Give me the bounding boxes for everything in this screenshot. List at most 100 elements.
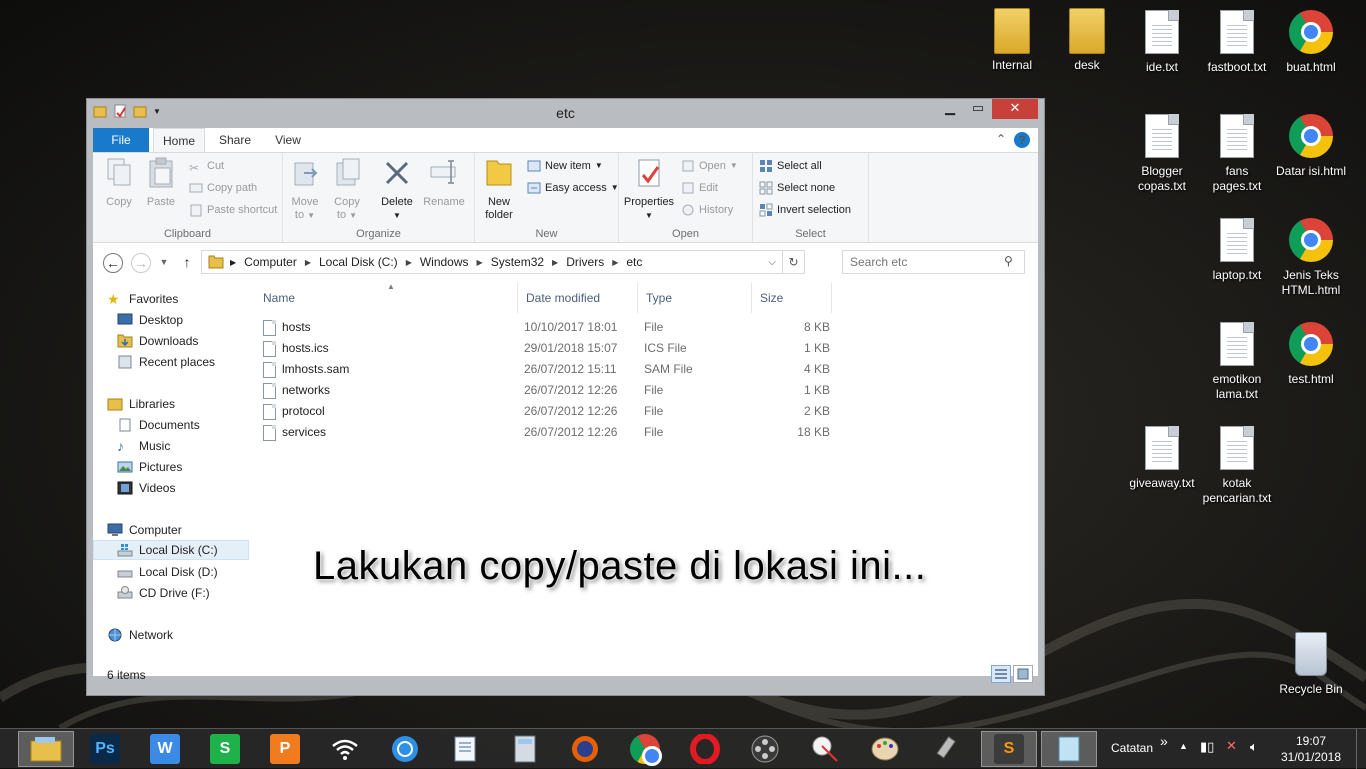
edit-button[interactable]: Edit (681, 179, 718, 197)
title-bar[interactable]: ▼ etc ▁ ▭ ✕ (87, 99, 1044, 127)
tab-share[interactable]: Share (211, 128, 259, 152)
desktop-icon-test-html[interactable]: test.html (1274, 322, 1348, 387)
taskbar-file-explorer[interactable] (18, 731, 74, 767)
taskbar-wps-spreadsheet[interactable]: S (197, 731, 253, 767)
search-input[interactable]: Search etc (842, 250, 1025, 274)
file-row-hosts[interactable]: hosts 10/10/2017 18:01 File 8 KB (255, 317, 855, 338)
back-button[interactable]: ← (103, 253, 123, 273)
column-header-name[interactable]: Name ▲ (255, 282, 518, 313)
breadcrumb-separator-icon[interactable]: ▶ (477, 258, 483, 267)
show-hidden-icons-icon[interactable]: ▲ (1179, 741, 1188, 751)
desktop-icon-laptop-txt[interactable]: laptop.txt (1200, 218, 1274, 283)
nav-local-disk-c[interactable]: Local Disk (C:) (93, 540, 249, 560)
nav-documents[interactable]: Documents (117, 415, 200, 435)
copy-to-button[interactable]: Copy to ▼ (325, 157, 369, 222)
paste-shortcut-button[interactable]: Paste shortcut (189, 201, 277, 219)
desktop-icon-ide-txt[interactable]: ide.txt (1125, 10, 1199, 75)
refresh-icon[interactable]: ↻ (782, 251, 804, 273)
nav-local-disk-d[interactable]: Local Disk (D:) (117, 562, 218, 582)
breadcrumb-separator-icon[interactable]: ▶ (552, 258, 558, 267)
file-row-lmhosts-sam[interactable]: lmhosts.sam 26/07/2012 15:11 SAM File 4 … (255, 359, 855, 380)
nav-computer[interactable]: Computer (107, 520, 182, 540)
clock-time[interactable]: 19:07 (1278, 734, 1344, 748)
breadcrumb-drivers[interactable]: Drivers ▶ (562, 255, 622, 269)
network-disconnected-icon[interactable]: ✕ (1226, 738, 1237, 754)
breadcrumb-separator-icon[interactable]: ▶ (305, 258, 311, 267)
battery-icon[interactable]: ▮▯ (1200, 739, 1214, 755)
tab-view[interactable]: View (265, 128, 311, 152)
breadcrumb-local-disk[interactable]: Local Disk (C:) ▶ (315, 255, 416, 269)
tab-home[interactable]: Home (153, 128, 205, 152)
close-button[interactable]: ✕ (992, 99, 1038, 119)
desktop-icon-internal[interactable]: Internal (975, 8, 1049, 73)
open-button[interactable]: Open ▼ (681, 157, 738, 175)
select-all-button[interactable]: Select all (759, 157, 822, 175)
taskbar-wordpad[interactable] (437, 731, 493, 767)
copy-button[interactable]: Copy (97, 157, 141, 209)
breadcrumb-separator-icon[interactable]: ▶ (612, 258, 618, 267)
toolbar-expand-chevron[interactable]: » (1160, 733, 1168, 749)
column-header-date-modified[interactable]: Date modified (518, 283, 638, 313)
toolbar-catatan[interactable]: Catatan (1111, 741, 1153, 755)
desktop-icon-jenis-teks[interactable]: Jenis Teks HTML.html (1274, 218, 1348, 298)
clock-date[interactable]: 31/01/2018 (1278, 750, 1344, 764)
nav-recent-places[interactable]: Recent places (117, 352, 215, 372)
cut-button[interactable]: ✂ Cut (189, 157, 224, 175)
taskbar-wifi-app[interactable] (317, 731, 373, 767)
desktop-icon-giveaway[interactable]: giveaway.txt (1125, 426, 1199, 491)
desktop-icon-blogger-copas[interactable]: Blogger copas.txt (1125, 114, 1199, 194)
help-icon[interactable]: ? (1014, 132, 1030, 148)
desktop-icon-recycle-bin[interactable]: Recycle Bin (1274, 632, 1348, 697)
desktop-icon-kotak-pencarian[interactable]: kotak pencarian.txt (1200, 426, 1274, 506)
nav-desktop[interactable]: Desktop (117, 310, 183, 330)
address-bar[interactable]: ▶ Computer ▶ Local Disk (C:) ▶ Windows ▶ Sy… (201, 250, 805, 274)
breadcrumb-separator-icon[interactable]: ▶ (230, 258, 236, 267)
maximize-button[interactable]: ▭ (964, 99, 992, 119)
file-row-networks[interactable]: networks 26/07/2012 12:26 File 1 KB (255, 380, 855, 401)
nav-pictures[interactable]: Pictures (117, 457, 182, 477)
breadcrumb-etc[interactable]: etc (622, 255, 646, 269)
search-icon[interactable]: ⚲ (1004, 254, 1013, 268)
delete-button[interactable]: Delete ▼ (375, 157, 419, 222)
select-none-button[interactable]: Select none (759, 179, 835, 197)
file-row-hosts-ics[interactable]: hosts.ics 29/01/2018 15:07 ICS File 1 KB (255, 338, 855, 359)
volume-icon[interactable]: 🔈︎ (1250, 739, 1258, 755)
taskbar-media-player[interactable] (737, 731, 793, 767)
rename-button[interactable]: Rename (419, 157, 469, 209)
desktop-icon-fastboot-txt[interactable]: fastboot.txt (1200, 10, 1274, 75)
nav-network[interactable]: Network (107, 625, 173, 645)
desktop-icon-datar-isi[interactable]: Datar isi.html (1274, 114, 1348, 179)
invert-selection-button[interactable]: Invert selection (759, 201, 851, 219)
taskbar-wps-presentation[interactable]: P (257, 731, 313, 767)
taskbar-usb-app[interactable] (917, 731, 973, 767)
minimize-button[interactable]: ▁ (936, 99, 964, 119)
taskbar-snipping-tool[interactable] (797, 731, 853, 767)
breadcrumb-computer[interactable]: Computer ▶ (240, 255, 315, 269)
new-item-button[interactable]: New item ▼ (527, 157, 603, 175)
new-folder-button[interactable]: New folder (477, 157, 521, 222)
show-desktop-button[interactable] (1356, 729, 1366, 769)
properties-button[interactable]: Properties ▼ (623, 157, 675, 222)
desktop-icon-fans-pages[interactable]: fans pages.txt (1200, 114, 1274, 194)
breadcrumb-system32[interactable]: System32 ▶ (487, 255, 563, 269)
taskbar-notepad[interactable] (1041, 731, 1097, 767)
history-button[interactable]: History (681, 201, 733, 219)
nav-libraries[interactable]: Libraries (107, 394, 175, 414)
tab-file[interactable]: File (93, 128, 149, 152)
taskbar-opera[interactable] (677, 731, 733, 767)
nav-music[interactable]: ♪ Music (117, 436, 170, 456)
nav-videos[interactable]: Videos (117, 478, 175, 498)
desktop-icon-emotikon-lama[interactable]: emotikon lama.txt (1200, 322, 1274, 402)
nav-favorites[interactable]: ★ Favorites (107, 289, 178, 309)
file-row-services[interactable]: services 26/07/2012 12:26 File 18 KB (255, 422, 855, 443)
column-header-type[interactable]: Type (638, 283, 752, 313)
taskbar-chrome[interactable] (617, 731, 673, 767)
up-button[interactable]: ↑ (177, 253, 197, 273)
breadcrumb-separator-icon[interactable]: ▶ (406, 258, 412, 267)
nav-cd-drive[interactable]: CD Drive (F:) (117, 583, 210, 603)
collapse-ribbon-icon[interactable]: ⌃ (996, 132, 1006, 146)
taskbar-shareit[interactable] (377, 731, 433, 767)
desktop-icon-desk[interactable]: desk (1050, 8, 1124, 73)
taskbar-firefox[interactable] (557, 731, 613, 767)
taskbar-sublime-text[interactable]: S (981, 731, 1037, 767)
